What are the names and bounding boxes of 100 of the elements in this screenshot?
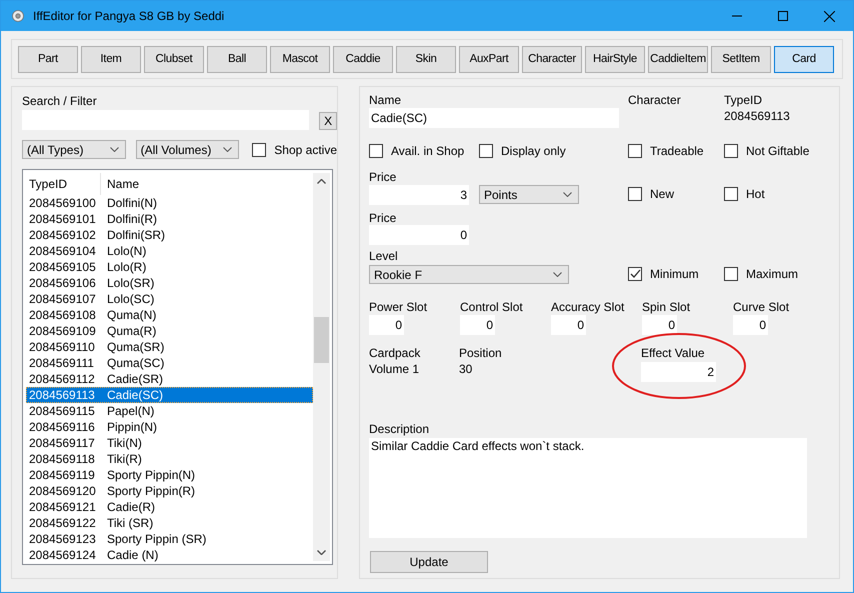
checkbox[interactable] xyxy=(724,144,738,158)
category-tab[interactable]: SetItem xyxy=(711,46,771,72)
checkbox-label: Tradeable xyxy=(650,144,704,158)
cardpack-label: Cardpack xyxy=(369,346,422,360)
list-row[interactable]: 2084569118 Tiki(R) xyxy=(26,451,313,467)
chevron-icon xyxy=(110,147,119,152)
slot-label: Curve Slot xyxy=(733,300,790,314)
close-icon[interactable] xyxy=(824,10,835,22)
currency-dropdown[interactable]: Points xyxy=(479,185,579,204)
checkbox[interactable] xyxy=(628,187,642,201)
list-row[interactable]: 2084569111 Quma(SC) xyxy=(26,355,313,371)
chevron-icon xyxy=(553,272,562,277)
position-value: 30 xyxy=(459,362,474,376)
category-tab[interactable]: HairStyle xyxy=(585,46,645,72)
slot-field[interactable]: 0 xyxy=(642,315,677,335)
list-row[interactable]: 2084569115 Papel(N) xyxy=(26,403,313,419)
list-row[interactable]: 2084569113 Cadie(SC) xyxy=(26,387,313,403)
slot-label: Spin Slot xyxy=(642,300,692,314)
name-label: Name xyxy=(369,93,402,107)
list-row[interactable]: 2084569116 Pippin(N) xyxy=(26,419,313,435)
list-row[interactable]: 2084569110 Quma(SR) xyxy=(26,339,313,355)
cardpack-value: Volume 1 xyxy=(369,362,420,376)
slot-label: Control Slot xyxy=(460,300,524,314)
category-tab[interactable]: Part xyxy=(18,46,78,72)
description-label: Description xyxy=(369,422,430,436)
list-row[interactable]: 2084569119 Sporty Pippin(N) xyxy=(26,467,313,483)
checkbox[interactable] xyxy=(252,142,266,156)
category-tab[interactable]: Ball xyxy=(207,46,267,72)
category-tab[interactable]: Skin xyxy=(396,46,456,72)
slot-field[interactable]: 0 xyxy=(460,315,495,335)
list-row[interactable]: 2084569106 Lolo(SR) xyxy=(26,275,313,291)
category-tab[interactable]: Character xyxy=(522,46,582,72)
category-tab[interactable]: Item xyxy=(81,46,141,72)
category-tab[interactable]: Caddie xyxy=(333,46,393,72)
list-row[interactable]: 2084569112 Cadie(SR) xyxy=(26,371,313,387)
discount-price-field[interactable]: 0 xyxy=(369,225,469,245)
checkbox-label: Minimum xyxy=(650,267,699,281)
slot-label: Accuracy Slot xyxy=(551,300,626,314)
level-label: Level xyxy=(369,249,399,263)
filter-label: Search / Filter xyxy=(22,94,98,108)
price-label: Price xyxy=(369,211,398,225)
list-row[interactable]: 2084569124 Cadie (N) xyxy=(26,547,313,563)
update-button[interactable]: Update xyxy=(370,551,488,573)
slot-field[interactable]: 0 xyxy=(369,315,404,335)
effect-value-label: Effect Value xyxy=(641,346,706,360)
checkbox[interactable] xyxy=(628,267,642,281)
list-row[interactable]: 2084569108 Quma(N) xyxy=(26,307,313,323)
window-title: IffEditor for Pangya S8 GB by Seddi xyxy=(33,9,224,23)
typeid-label: TypeID xyxy=(724,93,764,107)
position-label: Position xyxy=(459,346,503,360)
slot-field[interactable]: 0 xyxy=(733,315,768,335)
list-row[interactable]: 2084569123 Sporty Pippin (SR) xyxy=(26,531,313,547)
character-label: Character xyxy=(628,93,682,107)
checkbox-label: Hot xyxy=(746,187,765,201)
list-row[interactable]: 2084569120 Sporty Pippin(R) xyxy=(26,483,313,499)
category-tab[interactable]: Card xyxy=(774,46,834,72)
checkbox[interactable] xyxy=(724,267,738,281)
list-row[interactable]: 2084569100 Dolfini(N) xyxy=(26,195,313,211)
scroll-down-icon[interactable] xyxy=(317,550,326,555)
volume-dropdown[interactable]: (All Volumes) xyxy=(136,140,240,159)
slot-label: Power Slot xyxy=(369,300,428,314)
scroll-up-icon[interactable] xyxy=(317,179,326,184)
list-row[interactable]: 2084569109 Quma(R) xyxy=(26,323,313,339)
description-field[interactable]: Similar Caddie Card effects won`t stack. xyxy=(369,438,807,538)
type-dropdown[interactable]: (All Types) xyxy=(22,140,126,159)
scroll-thumb[interactable] xyxy=(314,317,329,363)
list-row[interactable]: 2084569101 Dolfini(R) xyxy=(26,211,313,227)
slot-field[interactable]: 0 xyxy=(551,315,586,335)
checkbox[interactable] xyxy=(628,144,642,158)
level-dropdown[interactable]: Rookie F xyxy=(369,265,569,284)
list-row[interactable]: 2084569102 Dolfini(SR) xyxy=(26,227,313,243)
chevron-icon xyxy=(563,192,572,197)
list-row[interactable]: 2084569105 Lolo(R) xyxy=(26,259,313,275)
category-tab[interactable]: Clubset xyxy=(144,46,204,72)
price-label: Price xyxy=(369,170,398,184)
checkbox-label: Shop active xyxy=(274,142,337,156)
effect-value-field[interactable]: 2 xyxy=(641,362,716,382)
list-row[interactable]: 2084569121 Cadie(R) xyxy=(26,499,313,515)
typeid-value: 2084569113 xyxy=(724,109,790,123)
scrollbar[interactable] xyxy=(313,173,330,561)
name-field[interactable]: Cadie(SC) xyxy=(369,108,619,128)
maximize-icon[interactable] xyxy=(778,11,788,21)
list-row[interactable]: 2084569122 Tiki (SR) xyxy=(26,515,313,531)
category-tab[interactable]: AuxPart xyxy=(459,46,519,72)
column-header[interactable]: TypeID xyxy=(26,173,101,195)
checkbox[interactable] xyxy=(724,187,738,201)
category-tab[interactable]: Mascot xyxy=(270,46,330,72)
checkbox-label: Display only xyxy=(501,144,566,158)
list-row[interactable]: 2084569104 Lolo(N) xyxy=(26,243,313,259)
checkbox-label: New xyxy=(650,187,674,201)
list-row[interactable]: 2084569107 Lolo(SC) xyxy=(26,291,313,307)
column-header[interactable]: Name xyxy=(101,173,313,195)
list-row[interactable]: 2084569117 Tiki(N) xyxy=(26,435,313,451)
price-field[interactable]: 3 xyxy=(369,185,469,205)
chevron-icon xyxy=(223,147,232,152)
checkbox[interactable] xyxy=(479,144,493,158)
clear-button[interactable]: X xyxy=(319,112,337,130)
checkbox-label: Avail. in Shop xyxy=(391,144,464,158)
category-tab[interactable]: CaddieItem xyxy=(648,46,708,72)
checkbox[interactable] xyxy=(369,144,383,158)
